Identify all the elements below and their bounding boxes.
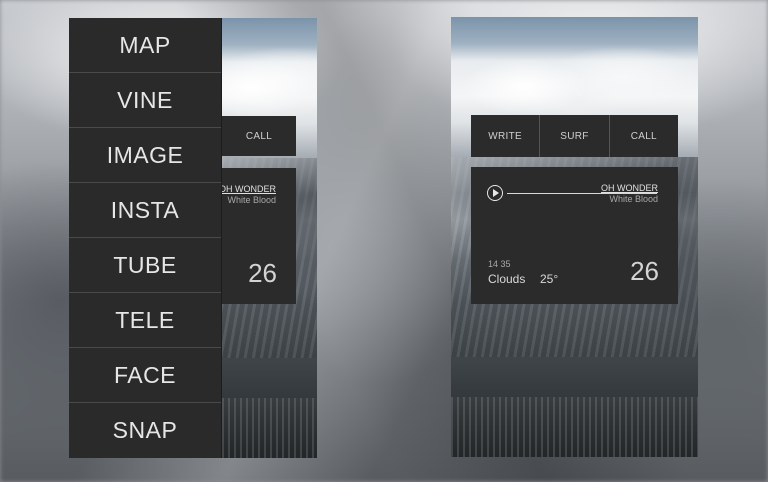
music-weather-card: OH WONDER White Blood 14 35 Clouds 25° 2… — [471, 167, 678, 304]
weather-condition: Clouds — [488, 272, 526, 286]
artist-link[interactable]: OH WONDER — [222, 184, 276, 194]
surf-button[interactable]: SURF — [540, 115, 610, 157]
menu-item-snap[interactable]: SNAP — [69, 403, 221, 458]
left-music-weather-card: OH WONDER White Blood 26 — [222, 168, 296, 304]
menu-item-map[interactable]: MAP — [69, 18, 221, 73]
track-name: White Blood — [227, 195, 276, 205]
write-button[interactable]: WRITE — [471, 115, 541, 157]
track-name: White Blood — [609, 194, 658, 204]
menu-item-image[interactable]: IMAGE — [69, 128, 221, 183]
menu-item-tube[interactable]: TUBE — [69, 238, 221, 293]
clouds-image — [222, 38, 317, 128]
play-icon[interactable] — [487, 185, 503, 201]
side-menu: MAP VINE IMAGE INSTA TUBE TELE FACE SNAP — [69, 18, 222, 458]
day-number: 26 — [630, 256, 659, 286]
menu-item-tele[interactable]: TELE — [69, 293, 221, 348]
clouds-image — [451, 37, 698, 127]
valley-town-image — [222, 398, 317, 458]
left-button-bar: CALL — [222, 116, 296, 156]
left-phone-screen: CALL OH WONDER White Blood 26 — [222, 18, 317, 458]
menu-item-insta[interactable]: INSTA — [69, 183, 221, 238]
right-phone-screen: WRITE SURF CALL OH WONDER White Blood 14… — [451, 17, 698, 457]
clock-time: 14 35 — [488, 259, 511, 269]
artist-link[interactable]: OH WONDER — [601, 183, 658, 193]
button-bar: WRITE SURF CALL — [471, 115, 678, 157]
menu-item-face[interactable]: FACE — [69, 348, 221, 403]
call-button[interactable]: CALL — [610, 115, 678, 157]
temperature: 25° — [540, 272, 559, 286]
day-number: 26 — [248, 258, 277, 288]
menu-item-vine[interactable]: VINE — [69, 73, 221, 128]
valley-town-image — [451, 397, 698, 457]
call-button[interactable]: CALL — [222, 116, 296, 156]
